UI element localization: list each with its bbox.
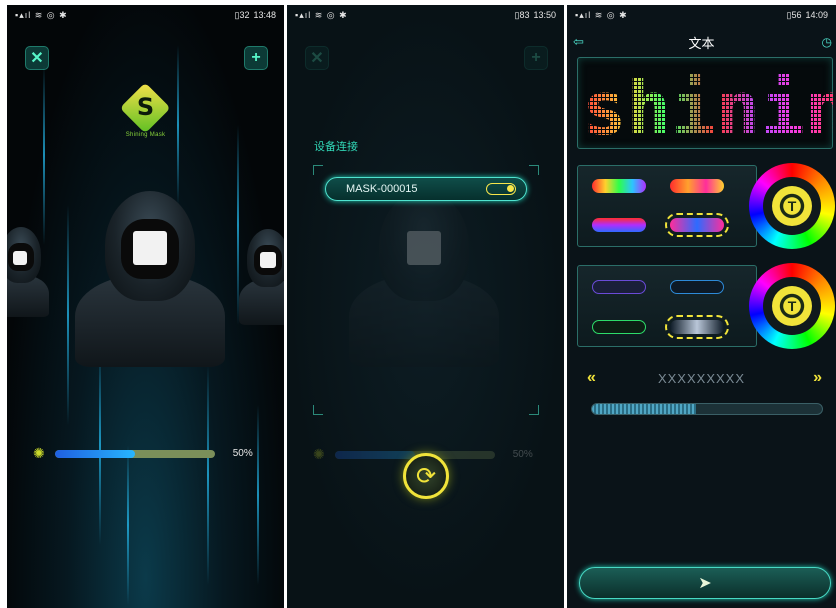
- led-matrix: shinin: [582, 66, 836, 152]
- text-color-panel: [577, 165, 757, 247]
- background-mode-selected[interactable]: [665, 315, 729, 339]
- mask-figure-image[interactable]: [239, 229, 284, 325]
- status-bar: ▪▴ıl ≋ ◎ ✱ ▯32 13:48: [7, 5, 284, 25]
- battery-indicator: ▯56: [786, 9, 802, 20]
- wrench-icon: ✕: [310, 50, 324, 67]
- background-mode-frame[interactable]: [670, 280, 724, 294]
- device-connect-title: 设备连接: [314, 141, 358, 153]
- color-mode-vertical[interactable]: [592, 218, 646, 232]
- battery-indicator: ▯83: [514, 9, 530, 20]
- background-color-wheel[interactable]: T: [749, 263, 835, 349]
- send-icon: ➤: [698, 575, 712, 592]
- status-time: 14:09: [805, 10, 828, 20]
- frame-corner: [313, 165, 323, 175]
- status-bar: ▪▴ıl ≋ ◎ ✱ ▯83 13:50: [287, 5, 564, 25]
- device-connect-toggle[interactable]: [486, 183, 516, 195]
- light-streak: [257, 405, 259, 585]
- led-text-preview[interactable]: shinin: [577, 57, 836, 152]
- frame-corner: [529, 165, 539, 175]
- logo-letter: S: [136, 93, 155, 121]
- music-icon: [13, 251, 27, 265]
- wrench-icon: ✕: [30, 50, 44, 67]
- home-screen: ▪▴ıl ≋ ◎ ✱ ▯32 13:48 ✕ + Shining Mask S: [7, 5, 284, 608]
- background-color-button[interactable]: T: [772, 286, 812, 326]
- speed-slider-fill: [592, 404, 696, 414]
- image-icon: [260, 252, 276, 268]
- status-icons: ▪▴ıl ≋ ◎ ✱: [295, 9, 348, 20]
- back-icon[interactable]: ⇦: [573, 34, 584, 50]
- battery-indicator: ▯32: [234, 9, 250, 20]
- status-icons: ▪▴ıl ≋ ◎ ✱: [575, 9, 628, 20]
- logo-caption: Shining Mask: [125, 132, 166, 138]
- device-list-item[interactable]: MASK-000015: [325, 177, 527, 201]
- add-device-button[interactable]: +: [244, 46, 268, 70]
- header: ⇦ 文本 ◷: [567, 31, 836, 53]
- background-mode-line[interactable]: [592, 320, 646, 334]
- light-streak: [127, 445, 129, 605]
- status-time: 13:48: [253, 10, 276, 20]
- light-streak: [67, 205, 69, 425]
- mask-figure-main[interactable]: [75, 191, 225, 367]
- next-preset-button[interactable]: »: [813, 369, 822, 387]
- background-panel: [577, 265, 757, 347]
- brightness-control: ✺ 50%: [33, 445, 253, 462]
- refresh-icon: ⟳: [415, 462, 437, 490]
- plus-icon: +: [251, 49, 261, 66]
- text-screen: ▪▴ıl ≋ ◎ ✱ ▯56 14:09 ⇦ 文本 ◷ shinin T T «…: [567, 5, 836, 608]
- text-color-button[interactable]: T: [772, 186, 812, 226]
- speed-slider[interactable]: [591, 403, 823, 415]
- mask-figure-music[interactable]: [7, 227, 49, 317]
- device-name: MASK-000015: [346, 183, 418, 195]
- brightness-icon: ✺: [313, 446, 325, 462]
- status-icons: ▪▴ıl ≋ ◎ ✱: [15, 9, 68, 20]
- send-button[interactable]: ➤: [579, 567, 831, 599]
- edit-icon: [133, 231, 167, 265]
- frame-corner: [313, 405, 323, 415]
- refresh-button[interactable]: ⟳: [403, 453, 449, 499]
- color-mode-selected[interactable]: [665, 213, 729, 237]
- edit-icon: [407, 231, 441, 265]
- settings-button-dimmed: ✕: [305, 46, 329, 70]
- background-figure: [349, 191, 499, 367]
- brightness-value: 50%: [232, 448, 253, 459]
- brightness-slider-fill: [54, 449, 135, 458]
- color-mode-rainbow[interactable]: [592, 179, 646, 193]
- light-streak: [43, 65, 45, 245]
- device-connect-screen: ▪▴ıl ≋ ◎ ✱ ▯83 13:50 ✕ + 设备连接 MASK-00001…: [287, 5, 564, 608]
- text-color-wheel[interactable]: T: [749, 163, 835, 249]
- status-bar: ▪▴ıl ≋ ◎ ✱ ▯56 14:09: [567, 5, 836, 25]
- page-title: 文本: [688, 35, 715, 51]
- add-device-button-dimmed: +: [524, 46, 548, 70]
- preset-name: XXXXXXXXX: [657, 371, 746, 386]
- led-text: shinin: [582, 66, 834, 150]
- background-mode-glow[interactable]: [592, 280, 646, 294]
- brightness-icon: ✺: [33, 445, 45, 461]
- clock-icon[interactable]: ◷: [822, 35, 832, 49]
- frame-corner: [529, 405, 539, 415]
- plus-icon: +: [531, 49, 541, 66]
- settings-button[interactable]: ✕: [25, 46, 49, 70]
- color-mode-warm[interactable]: [670, 179, 724, 193]
- light-streak: [207, 365, 209, 585]
- status-time: 13:50: [533, 10, 556, 20]
- brightness-slider[interactable]: [54, 449, 215, 458]
- light-streak: [177, 45, 179, 205]
